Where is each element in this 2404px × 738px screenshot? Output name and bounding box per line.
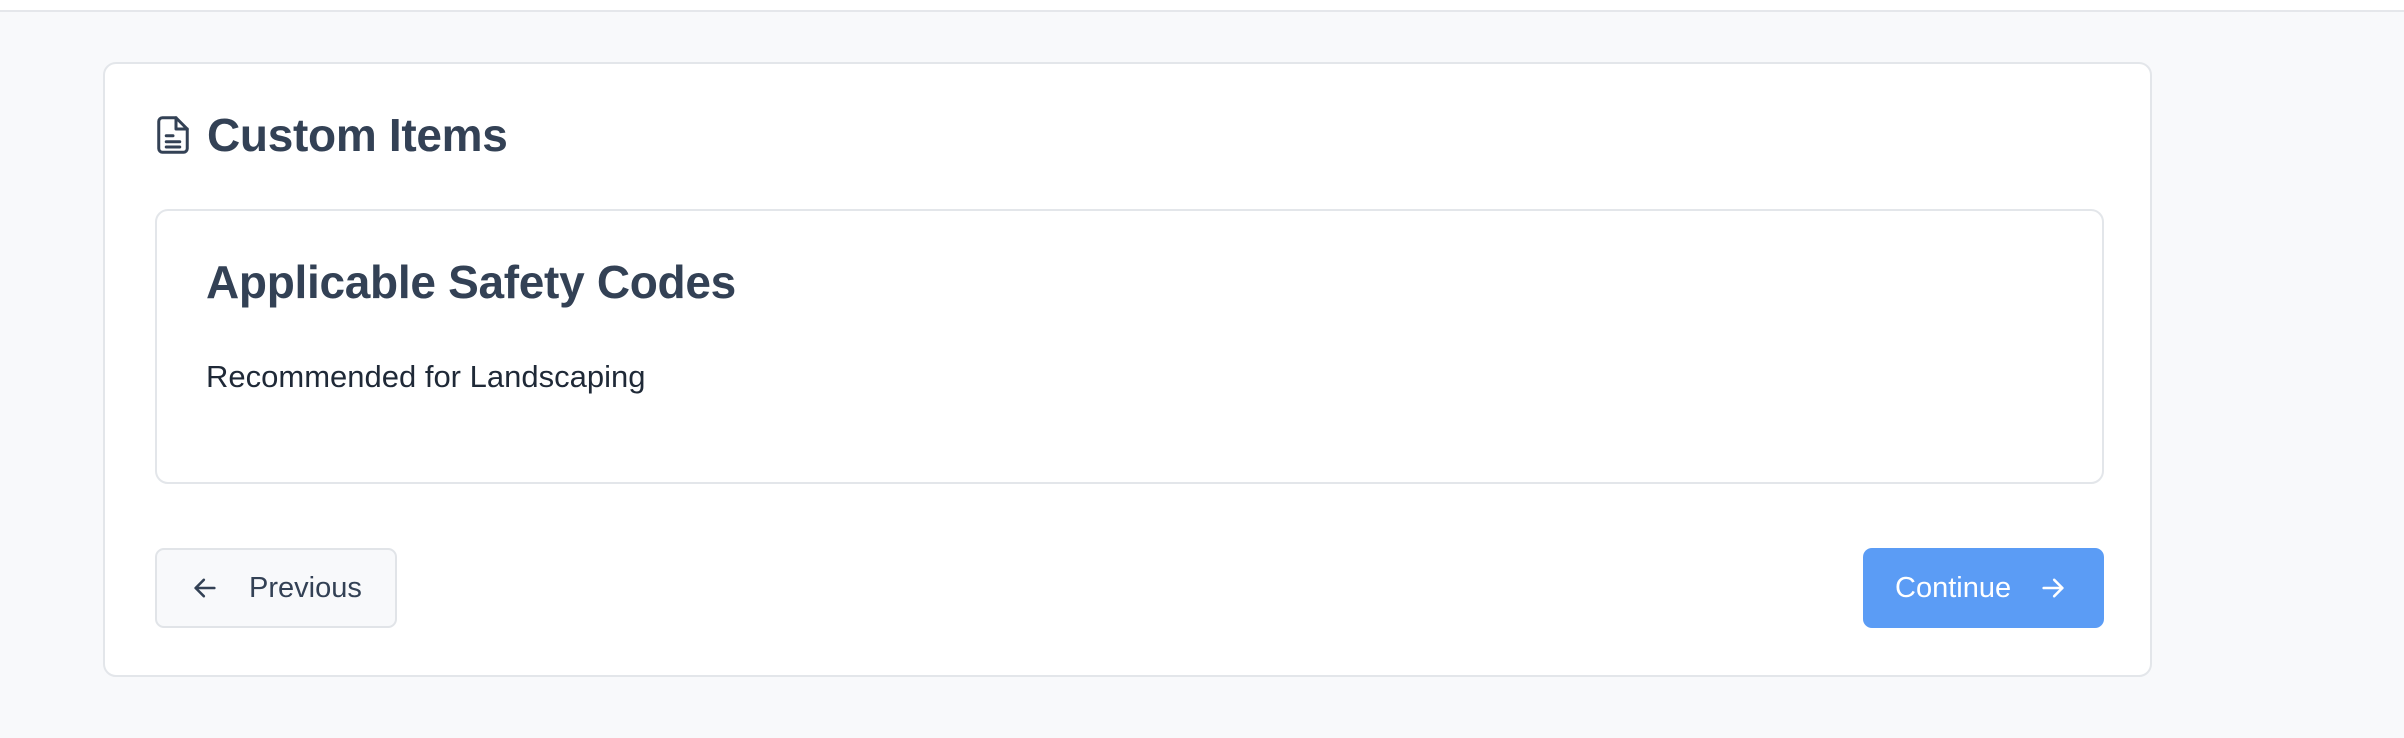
page-title: Custom Items: [207, 109, 508, 161]
previous-button-label: Previous: [249, 571, 362, 604]
arrow-right-icon: [2039, 574, 2067, 602]
section-text: Recommended for Landscaping: [206, 359, 646, 394]
continue-button[interactable]: Continue: [1863, 548, 2104, 628]
top-bar: [0, 0, 2404, 12]
section-title: Applicable Safety Codes: [206, 256, 736, 308]
safety-codes-section: Applicable Safety Codes Recommended for …: [155, 209, 2104, 484]
previous-button[interactable]: Previous: [155, 548, 397, 628]
document-icon: [155, 115, 191, 155]
custom-items-card: Custom Items Applicable Safety Codes Rec…: [103, 62, 2152, 677]
card-header: Custom Items: [155, 108, 508, 162]
arrow-left-icon: [191, 574, 219, 602]
continue-button-label: Continue: [1895, 571, 2012, 604]
